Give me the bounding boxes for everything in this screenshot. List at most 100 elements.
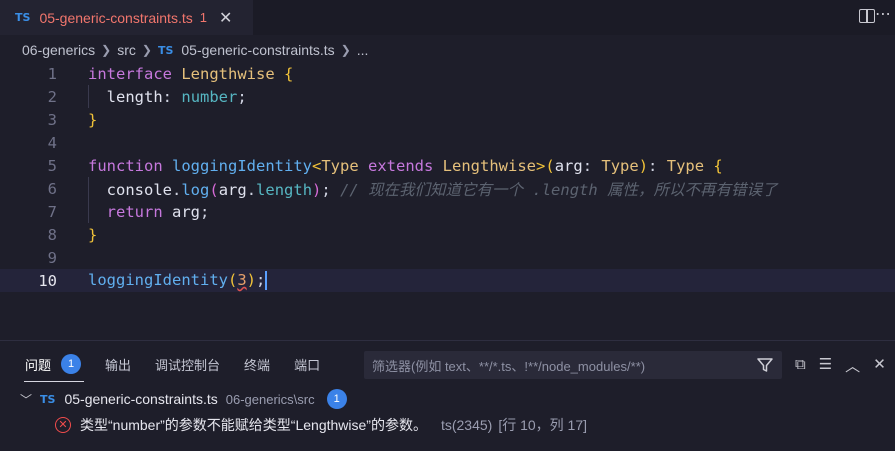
tab-problems-label: 问题 <box>25 358 52 374</box>
code-line: 7 return arg; <box>0 200 895 223</box>
line-number: 6 <box>47 179 57 198</box>
code-token: ; <box>256 271 266 289</box>
tab-terminal[interactable]: 终端 <box>244 355 270 374</box>
breadcrumb-folder[interactable]: 06-generics <box>22 42 95 58</box>
line-number: 8 <box>47 225 57 244</box>
collapse-all-icon[interactable]: ☰ <box>819 355 832 376</box>
typescript-icon: TS <box>157 43 174 57</box>
tab-problems[interactable]: 问题 1 <box>23 354 85 382</box>
breadcrumb: 06-generics ❯ src ❯ TS 05-generic-constr… <box>22 36 368 64</box>
code-token: length <box>256 180 313 199</box>
code-token: } <box>88 225 98 244</box>
code-line: 1 interface Lengthwise { <box>0 62 895 85</box>
breadcrumb-subfolder[interactable]: src <box>117 42 136 58</box>
code-token: ( <box>545 156 555 175</box>
code-line-active: 10 loggingIdentity(3); <box>0 269 895 292</box>
more-actions-icon[interactable]: ⋯ <box>875 4 891 23</box>
problem-source: ts(2345) <box>440 417 493 433</box>
tab-bar: TS 05-generic-constraints.ts 1 ✕ ⋯ <box>0 0 895 35</box>
tab-problem-count: 1 <box>199 10 207 25</box>
chevron-right-icon: ❯ <box>101 43 112 57</box>
line-number: 9 <box>47 248 57 267</box>
code-token: Type <box>321 156 359 175</box>
code-line: 4 <box>0 131 895 154</box>
code-token: length <box>106 87 163 106</box>
panel-actions: ⧉ ☰ ︿ ✕ <box>795 355 886 376</box>
code-token: } <box>88 110 98 129</box>
line-number: 7 <box>47 202 57 221</box>
code-token: arg <box>172 202 201 221</box>
typescript-icon: TS <box>15 11 31 24</box>
error-squiggle-token: 3 <box>237 271 247 289</box>
chevron-right-icon: ❯ <box>340 43 351 57</box>
filter-icon[interactable] <box>756 356 774 374</box>
code-token: > <box>536 156 546 175</box>
tab-debug-console[interactable]: 调试控制台 <box>155 355 220 374</box>
code-token: . <box>172 180 182 199</box>
code-line: 3 } <box>0 108 895 131</box>
code-token: Type <box>666 156 705 175</box>
line-number: 1 <box>47 64 57 83</box>
code-token: ) <box>246 271 257 289</box>
code-token: extends <box>368 156 434 175</box>
problem-file-name: 05-generic-constraints.ts <box>64 391 218 407</box>
chevron-down-icon[interactable]: ﹀ <box>20 391 32 408</box>
code-token: ( <box>209 180 219 199</box>
code-token: return <box>106 202 163 221</box>
code-token: log <box>181 180 210 199</box>
code-token: Type <box>601 156 639 175</box>
typescript-icon: TS <box>40 392 56 406</box>
problems-count-badge: 1 <box>61 354 82 374</box>
code-token: number <box>181 87 238 106</box>
code-token: loggingIdentity <box>88 271 228 289</box>
breadcrumb-symbol[interactable]: ... <box>357 42 369 58</box>
code-token: ) <box>638 156 649 175</box>
line-number: 4 <box>47 133 57 152</box>
line-number: 2 <box>47 87 57 106</box>
code-editor[interactable]: 1 interface Lengthwise { 2 length: numbe… <box>0 62 895 340</box>
code-line: 8 } <box>0 223 895 246</box>
panel-tabs: 问题 1 输出 调试控制台 终端 端口 <box>0 349 320 382</box>
code-line: 6 console.log(arg.length); // 现在我们知道它有一个… <box>0 177 895 200</box>
maximize-panel-icon[interactable]: ︿ <box>845 355 860 376</box>
code-line: 5 function loggingIdentity<Type extends … <box>0 154 895 177</box>
line-number: 10 <box>38 271 57 290</box>
problem-item[interactable]: ✕ 类型“number”的参数不能赋给类型“Lengthwise”的参数。 ts… <box>55 414 587 436</box>
code-token: arg <box>218 180 247 199</box>
close-icon[interactable]: ✕ <box>219 8 232 27</box>
problems-panel: 问题 1 输出 调试控制台 终端 端口 筛选器(例如 text、**/*.ts、… <box>0 340 895 451</box>
code-token: { <box>713 156 723 175</box>
breadcrumb-file[interactable]: 05-generic-constraints.ts <box>181 42 334 58</box>
code-token: ( <box>227 271 238 289</box>
code-token: ; <box>321 180 331 199</box>
editor-tab[interactable]: TS 05-generic-constraints.ts 1 ✕ <box>0 0 253 35</box>
code-token: : <box>648 156 658 175</box>
code-token: ) <box>312 180 322 199</box>
tab-ports[interactable]: 端口 <box>294 355 320 374</box>
error-icon: ✕ <box>55 417 71 433</box>
tab-output[interactable]: 输出 <box>105 355 131 374</box>
code-token: { <box>284 64 294 83</box>
code-token: : <box>162 87 173 106</box>
line-number: 3 <box>47 110 57 129</box>
code-token: function <box>88 156 163 175</box>
line-number: 5 <box>47 156 57 175</box>
code-token: ; <box>200 202 210 221</box>
code-token: console <box>106 180 172 199</box>
text-cursor <box>265 271 268 290</box>
code-token: ; <box>237 87 247 106</box>
copy-icon[interactable]: ⧉ <box>795 355 806 376</box>
chevron-right-icon: ❯ <box>141 43 152 57</box>
close-panel-icon[interactable]: ✕ <box>873 355 886 376</box>
filter-input[interactable]: 筛选器(例如 text、**/*.ts、!**/node_modules/**) <box>364 351 782 379</box>
code-line: 9 <box>0 246 895 269</box>
problem-position: [行 10，列 17] <box>498 417 588 433</box>
filter-placeholder: 筛选器(例如 text、**/*.ts、!**/node_modules/**) <box>372 358 646 374</box>
code-token: < <box>311 156 322 175</box>
code-line: 2 length: number; <box>0 85 895 108</box>
split-editor-icon[interactable] <box>859 9 875 23</box>
code-token: Lengthwise <box>442 156 536 175</box>
code-token: arg <box>554 156 583 175</box>
problem-file-row[interactable]: ﹀ TS 05-generic-constraints.ts 06-generi… <box>20 388 347 410</box>
code-token: : <box>582 156 593 175</box>
